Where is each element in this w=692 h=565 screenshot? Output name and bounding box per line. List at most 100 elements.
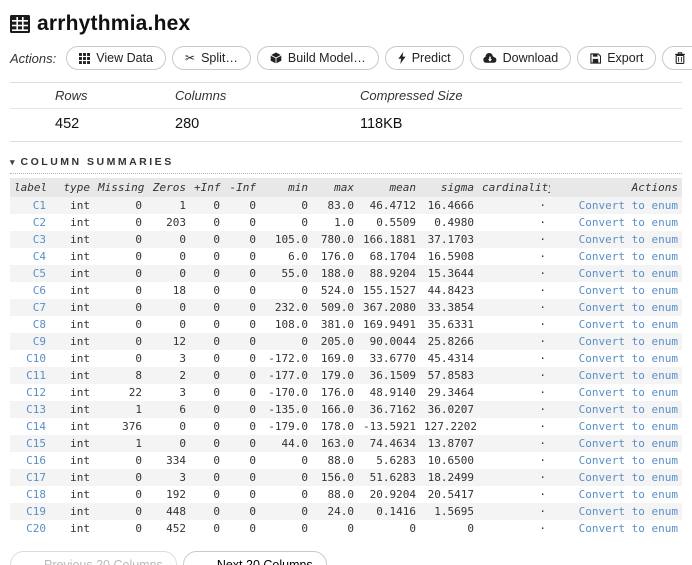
split-button[interactable]: ✂ Split… <box>172 46 251 70</box>
view-data-label: View Data <box>96 51 153 65</box>
actions-toolbar: Actions: View Data ✂ Split… Build Model… <box>10 46 692 70</box>
cardinality-value: · <box>539 403 546 416</box>
cardinality-value: · <box>539 301 546 314</box>
convert-to-enum-link[interactable]: Convert to enum <box>579 301 678 314</box>
download-label: Download <box>502 51 559 65</box>
column-label: C18 <box>26 488 46 501</box>
convert-to-enum-link[interactable]: Convert to enum <box>579 284 678 297</box>
column-type: int <box>70 471 90 484</box>
table-row: C7 int 0 0 0 0 232.0 509.0 367.2080 33.3… <box>10 299 682 316</box>
delete-button[interactable]: Delete <box>662 46 692 70</box>
convert-to-enum-link[interactable]: Convert to enum <box>579 420 678 433</box>
missing-count: 0 <box>135 233 142 246</box>
export-label: Export <box>607 51 644 65</box>
convert-to-enum-link[interactable]: Convert to enum <box>579 522 678 535</box>
column-summaries-toggle[interactable]: ▾ COLUMN SUMMARIES <box>10 156 682 174</box>
convert-to-enum-link[interactable]: Convert to enum <box>579 454 678 467</box>
export-button[interactable]: Export <box>577 46 657 70</box>
neg-inf-count: 0 <box>249 386 256 399</box>
missing-count: 0 <box>135 250 142 263</box>
convert-to-enum-link[interactable]: Convert to enum <box>579 369 678 382</box>
missing-count: 0 <box>135 505 142 518</box>
previous-20-columns-button[interactable]: ← Previous 20 Columns <box>10 551 177 565</box>
frame-stats: Rows Columns Compressed Size 452 280 118… <box>10 82 682 142</box>
max-value: 524.0 <box>320 284 354 297</box>
sigma-value: 37.1703 <box>427 233 474 246</box>
convert-to-enum-link[interactable]: Convert to enum <box>579 318 678 331</box>
convert-to-enum-link[interactable]: Convert to enum <box>579 216 678 229</box>
convert-to-enum-link[interactable]: Convert to enum <box>579 267 678 280</box>
convert-to-enum-link[interactable]: Convert to enum <box>579 335 678 348</box>
sigma-value: 29.3464 <box>427 386 474 399</box>
convert-to-enum-link[interactable]: Convert to enum <box>579 250 678 263</box>
missing-count: 0 <box>135 454 142 467</box>
arrow-right-icon: → <box>196 557 210 565</box>
next-20-columns-button[interactable]: → Next 20 Columns <box>182 551 327 565</box>
zeros-count: 0 <box>179 437 186 450</box>
table-row: C2 int 0 203 0 0 0 1.0 0.5509 0.4980 · C… <box>10 214 682 231</box>
mean-value: 5.6283 <box>376 454 416 467</box>
sigma-value: 20.5417 <box>427 488 474 501</box>
col-header-mean: mean <box>358 178 420 197</box>
pos-inf-count: 0 <box>213 352 220 365</box>
neg-inf-count: 0 <box>249 471 256 484</box>
min-value: 0 <box>301 216 308 229</box>
max-value: 509.0 <box>320 301 354 314</box>
predict-button[interactable]: Predict <box>384 46 464 70</box>
column-type: int <box>70 386 90 399</box>
convert-to-enum-link[interactable]: Convert to enum <box>579 505 678 518</box>
column-type: int <box>70 522 90 535</box>
size-value: 118KB <box>360 116 403 132</box>
zeros-count: 192 <box>166 488 186 501</box>
col-header-max: max <box>312 178 358 197</box>
min-value: 0 <box>301 335 308 348</box>
column-type: int <box>70 488 90 501</box>
bolt-icon <box>398 52 406 64</box>
download-button[interactable]: Download <box>469 46 572 70</box>
col-header-pinf: +Inf <box>190 178 224 197</box>
convert-to-enum-link[interactable]: Convert to enum <box>579 386 678 399</box>
convert-to-enum-link[interactable]: Convert to enum <box>579 437 678 450</box>
convert-to-enum-link[interactable]: Convert to enum <box>579 403 678 416</box>
column-label: C4 <box>32 250 46 263</box>
build-model-button[interactable]: Build Model… <box>256 46 379 70</box>
column-label: C15 <box>26 437 46 450</box>
convert-to-enum-link[interactable]: Convert to enum <box>579 352 678 365</box>
max-value: 205.0 <box>320 335 354 348</box>
missing-count: 0 <box>135 352 142 365</box>
convert-to-enum-link[interactable]: Convert to enum <box>579 471 678 484</box>
sigma-value: 1.5695 <box>434 505 474 518</box>
pos-inf-count: 0 <box>213 437 220 450</box>
zeros-count: 2 <box>179 369 186 382</box>
neg-inf-count: 0 <box>249 437 256 450</box>
neg-inf-count: 0 <box>249 522 256 535</box>
neg-inf-count: 0 <box>249 488 256 501</box>
size-header: Compressed Size <box>360 88 463 103</box>
neg-inf-count: 0 <box>249 335 256 348</box>
view-data-button[interactable]: View Data <box>66 46 166 70</box>
pos-inf-count: 0 <box>213 454 220 467</box>
col-header-cardinality: cardinality <box>478 178 550 197</box>
convert-to-enum-link[interactable]: Convert to enum <box>579 199 678 212</box>
sigma-value: 35.6331 <box>427 318 474 331</box>
column-type: int <box>70 437 90 450</box>
cardinality-value: · <box>539 437 546 450</box>
cardinality-value: · <box>539 352 546 365</box>
pos-inf-count: 0 <box>213 335 220 348</box>
pos-inf-count: 0 <box>213 233 220 246</box>
column-type: int <box>70 352 90 365</box>
sigma-value: 16.4666 <box>427 199 474 212</box>
column-type: int <box>70 267 90 280</box>
cardinality-value: · <box>539 471 546 484</box>
mean-value: 46.4712 <box>369 199 416 212</box>
pos-inf-count: 0 <box>213 471 220 484</box>
convert-to-enum-link[interactable]: Convert to enum <box>579 233 678 246</box>
previous-label: Previous 20 Columns <box>44 557 163 565</box>
max-value: 176.0 <box>320 386 354 399</box>
pos-inf-count: 0 <box>213 216 220 229</box>
sigma-value: 18.2499 <box>427 471 474 484</box>
max-value: 780.0 <box>320 233 354 246</box>
column-label: C10 <box>26 352 46 365</box>
mean-value: 74.4634 <box>369 437 416 450</box>
convert-to-enum-link[interactable]: Convert to enum <box>579 488 678 501</box>
